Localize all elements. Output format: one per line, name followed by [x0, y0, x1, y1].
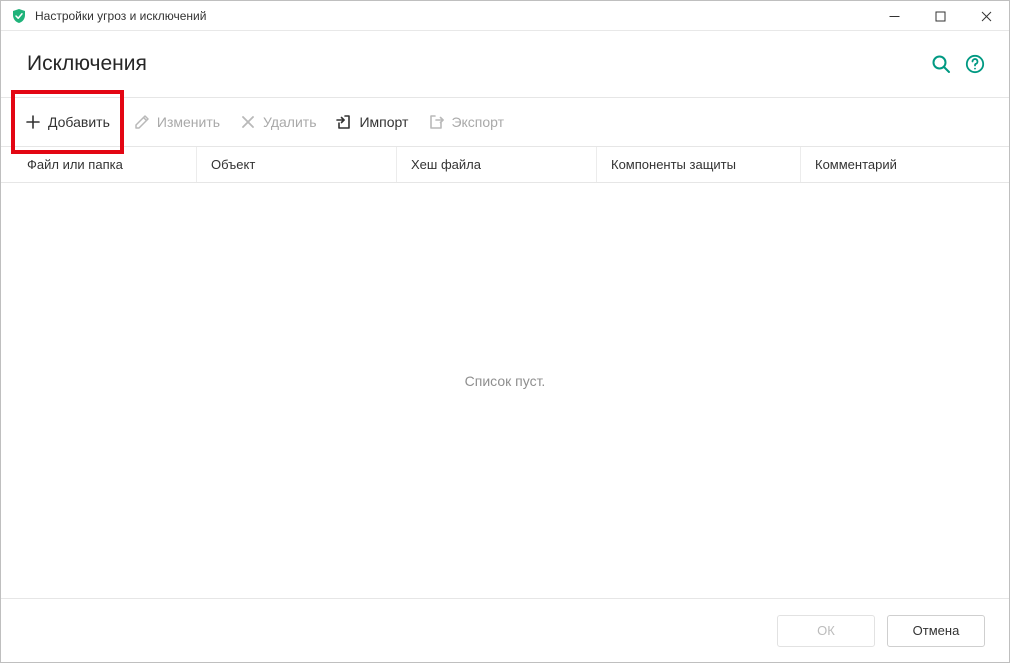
- edit-button[interactable]: Изменить: [124, 98, 230, 146]
- app-shield-icon: [11, 8, 27, 24]
- header-actions: [931, 54, 985, 74]
- import-button[interactable]: Импорт: [326, 98, 418, 146]
- column-headers: Файл или папка Объект Хеш файла Компонен…: [1, 147, 1009, 183]
- ok-button[interactable]: ОК: [777, 615, 875, 647]
- col-object[interactable]: Объект: [197, 147, 397, 182]
- add-highlight: Добавить: [11, 90, 124, 154]
- export-icon: [428, 114, 444, 130]
- minimize-icon: [889, 11, 900, 22]
- close-icon: [981, 11, 992, 22]
- maximize-button[interactable]: [917, 1, 963, 31]
- col-file-or-folder[interactable]: Файл или папка: [1, 147, 197, 182]
- x-icon: [240, 114, 256, 130]
- col-file-hash[interactable]: Хеш файла: [397, 147, 597, 182]
- plus-icon: [25, 114, 41, 130]
- maximize-icon: [935, 11, 946, 22]
- col-comment[interactable]: Комментарий: [801, 147, 1009, 182]
- window-controls: [871, 1, 1009, 30]
- dialog-footer: ОК Отмена: [1, 598, 1009, 662]
- page-header: Исключения: [1, 31, 1009, 97]
- import-icon: [336, 114, 352, 130]
- import-label: Импорт: [359, 114, 408, 130]
- page-title: Исключения: [27, 52, 931, 76]
- col-protection-components[interactable]: Компоненты защиты: [597, 147, 801, 182]
- window: Настройки угроз и исключений Исключения: [0, 0, 1010, 663]
- minimize-button[interactable]: [871, 1, 917, 31]
- edit-label: Изменить: [157, 114, 220, 130]
- pencil-icon: [134, 114, 150, 130]
- add-button[interactable]: Добавить: [15, 98, 120, 146]
- help-icon[interactable]: [965, 54, 985, 74]
- empty-state: Список пуст.: [1, 183, 1009, 598]
- export-button[interactable]: Экспорт: [418, 98, 514, 146]
- window-title: Настройки угроз и исключений: [35, 9, 871, 23]
- export-label: Экспорт: [451, 114, 504, 130]
- add-label: Добавить: [48, 114, 110, 130]
- cancel-button[interactable]: Отмена: [887, 615, 985, 647]
- titlebar: Настройки угроз и исключений: [1, 1, 1009, 31]
- search-icon[interactable]: [931, 54, 951, 74]
- delete-button[interactable]: Удалить: [230, 98, 326, 146]
- toolbar: Добавить Изменить Удалить: [1, 97, 1009, 147]
- close-button[interactable]: [963, 1, 1009, 31]
- delete-label: Удалить: [263, 114, 316, 130]
